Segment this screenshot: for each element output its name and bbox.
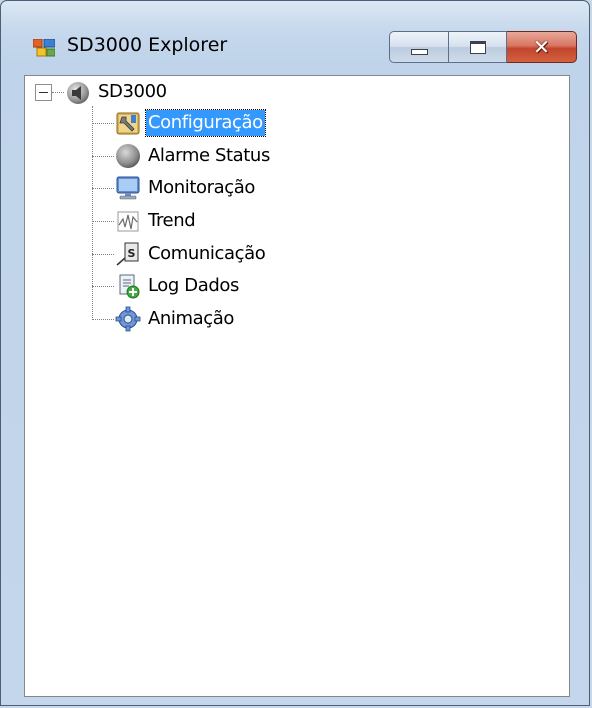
tree-node-animacao[interactable]: Animação	[114, 304, 236, 334]
tree-node-label: Comunicação	[148, 243, 266, 264]
trend-chart-icon	[114, 207, 142, 235]
tree-connector	[52, 92, 64, 93]
tree-node-log-dados[interactable]: Log Dados	[114, 271, 241, 301]
tree-connector	[92, 221, 114, 222]
caption-buttons: ✕	[389, 31, 577, 63]
log-data-icon	[114, 272, 142, 300]
close-icon: ✕	[533, 35, 550, 59]
minimize-button[interactable]	[389, 31, 449, 63]
window-title: SD3000 Explorer	[67, 34, 228, 56]
tree-node-label: Log Dados	[148, 275, 239, 296]
speaker-icon	[64, 78, 92, 106]
tree-node-label: Monitoração	[148, 177, 255, 198]
alarm-status-icon	[114, 142, 142, 170]
maximize-icon	[469, 40, 486, 54]
tree-connector	[92, 319, 114, 320]
animation-gear-icon	[114, 305, 142, 333]
tree-view[interactable]: SD3000 Configuração Alarme Status Monito…	[24, 75, 570, 697]
tree-node-configuracao[interactable]: Configuração	[114, 108, 266, 138]
tree: SD3000 Configuração Alarme Status Monito…	[25, 76, 569, 696]
tree-node-trend[interactable]: Trend	[114, 206, 197, 236]
svg-text:S: S	[128, 247, 136, 260]
collapse-toggle[interactable]	[35, 84, 52, 101]
tree-connector	[92, 286, 114, 287]
title-bar[interactable]: SD3000 Explorer ✕	[1, 1, 589, 75]
tree-connector	[92, 156, 114, 157]
tree-connector	[92, 254, 114, 255]
tree-node-label: Animação	[148, 308, 235, 329]
communication-icon: S	[114, 240, 142, 268]
tree-connector	[92, 188, 114, 189]
configuration-tools-icon	[114, 109, 142, 137]
tree-connector	[92, 106, 93, 320]
tree-node-label: Alarme Status	[148, 145, 270, 166]
tree-node-label: Configuração	[145, 109, 266, 137]
minimize-icon	[410, 49, 428, 55]
tree-node-label: Trend	[148, 210, 196, 231]
monitor-icon	[114, 174, 142, 202]
tree-connector	[92, 123, 114, 124]
tree-node-root[interactable]: SD3000	[64, 77, 169, 107]
explorer-window: SD3000 Explorer ✕ SD3000 Configuração Al…	[0, 0, 590, 706]
app-window-icon[interactable]	[32, 38, 56, 57]
tree-node-label: SD3000	[98, 81, 167, 102]
tree-node-alarme-status[interactable]: Alarme Status	[114, 141, 272, 171]
tree-node-comunicacao[interactable]: S Comunicação	[114, 239, 267, 269]
maximize-button[interactable]	[449, 31, 507, 63]
tree-node-monitoracao[interactable]: Monitoração	[114, 173, 257, 203]
close-button[interactable]: ✕	[507, 31, 577, 63]
